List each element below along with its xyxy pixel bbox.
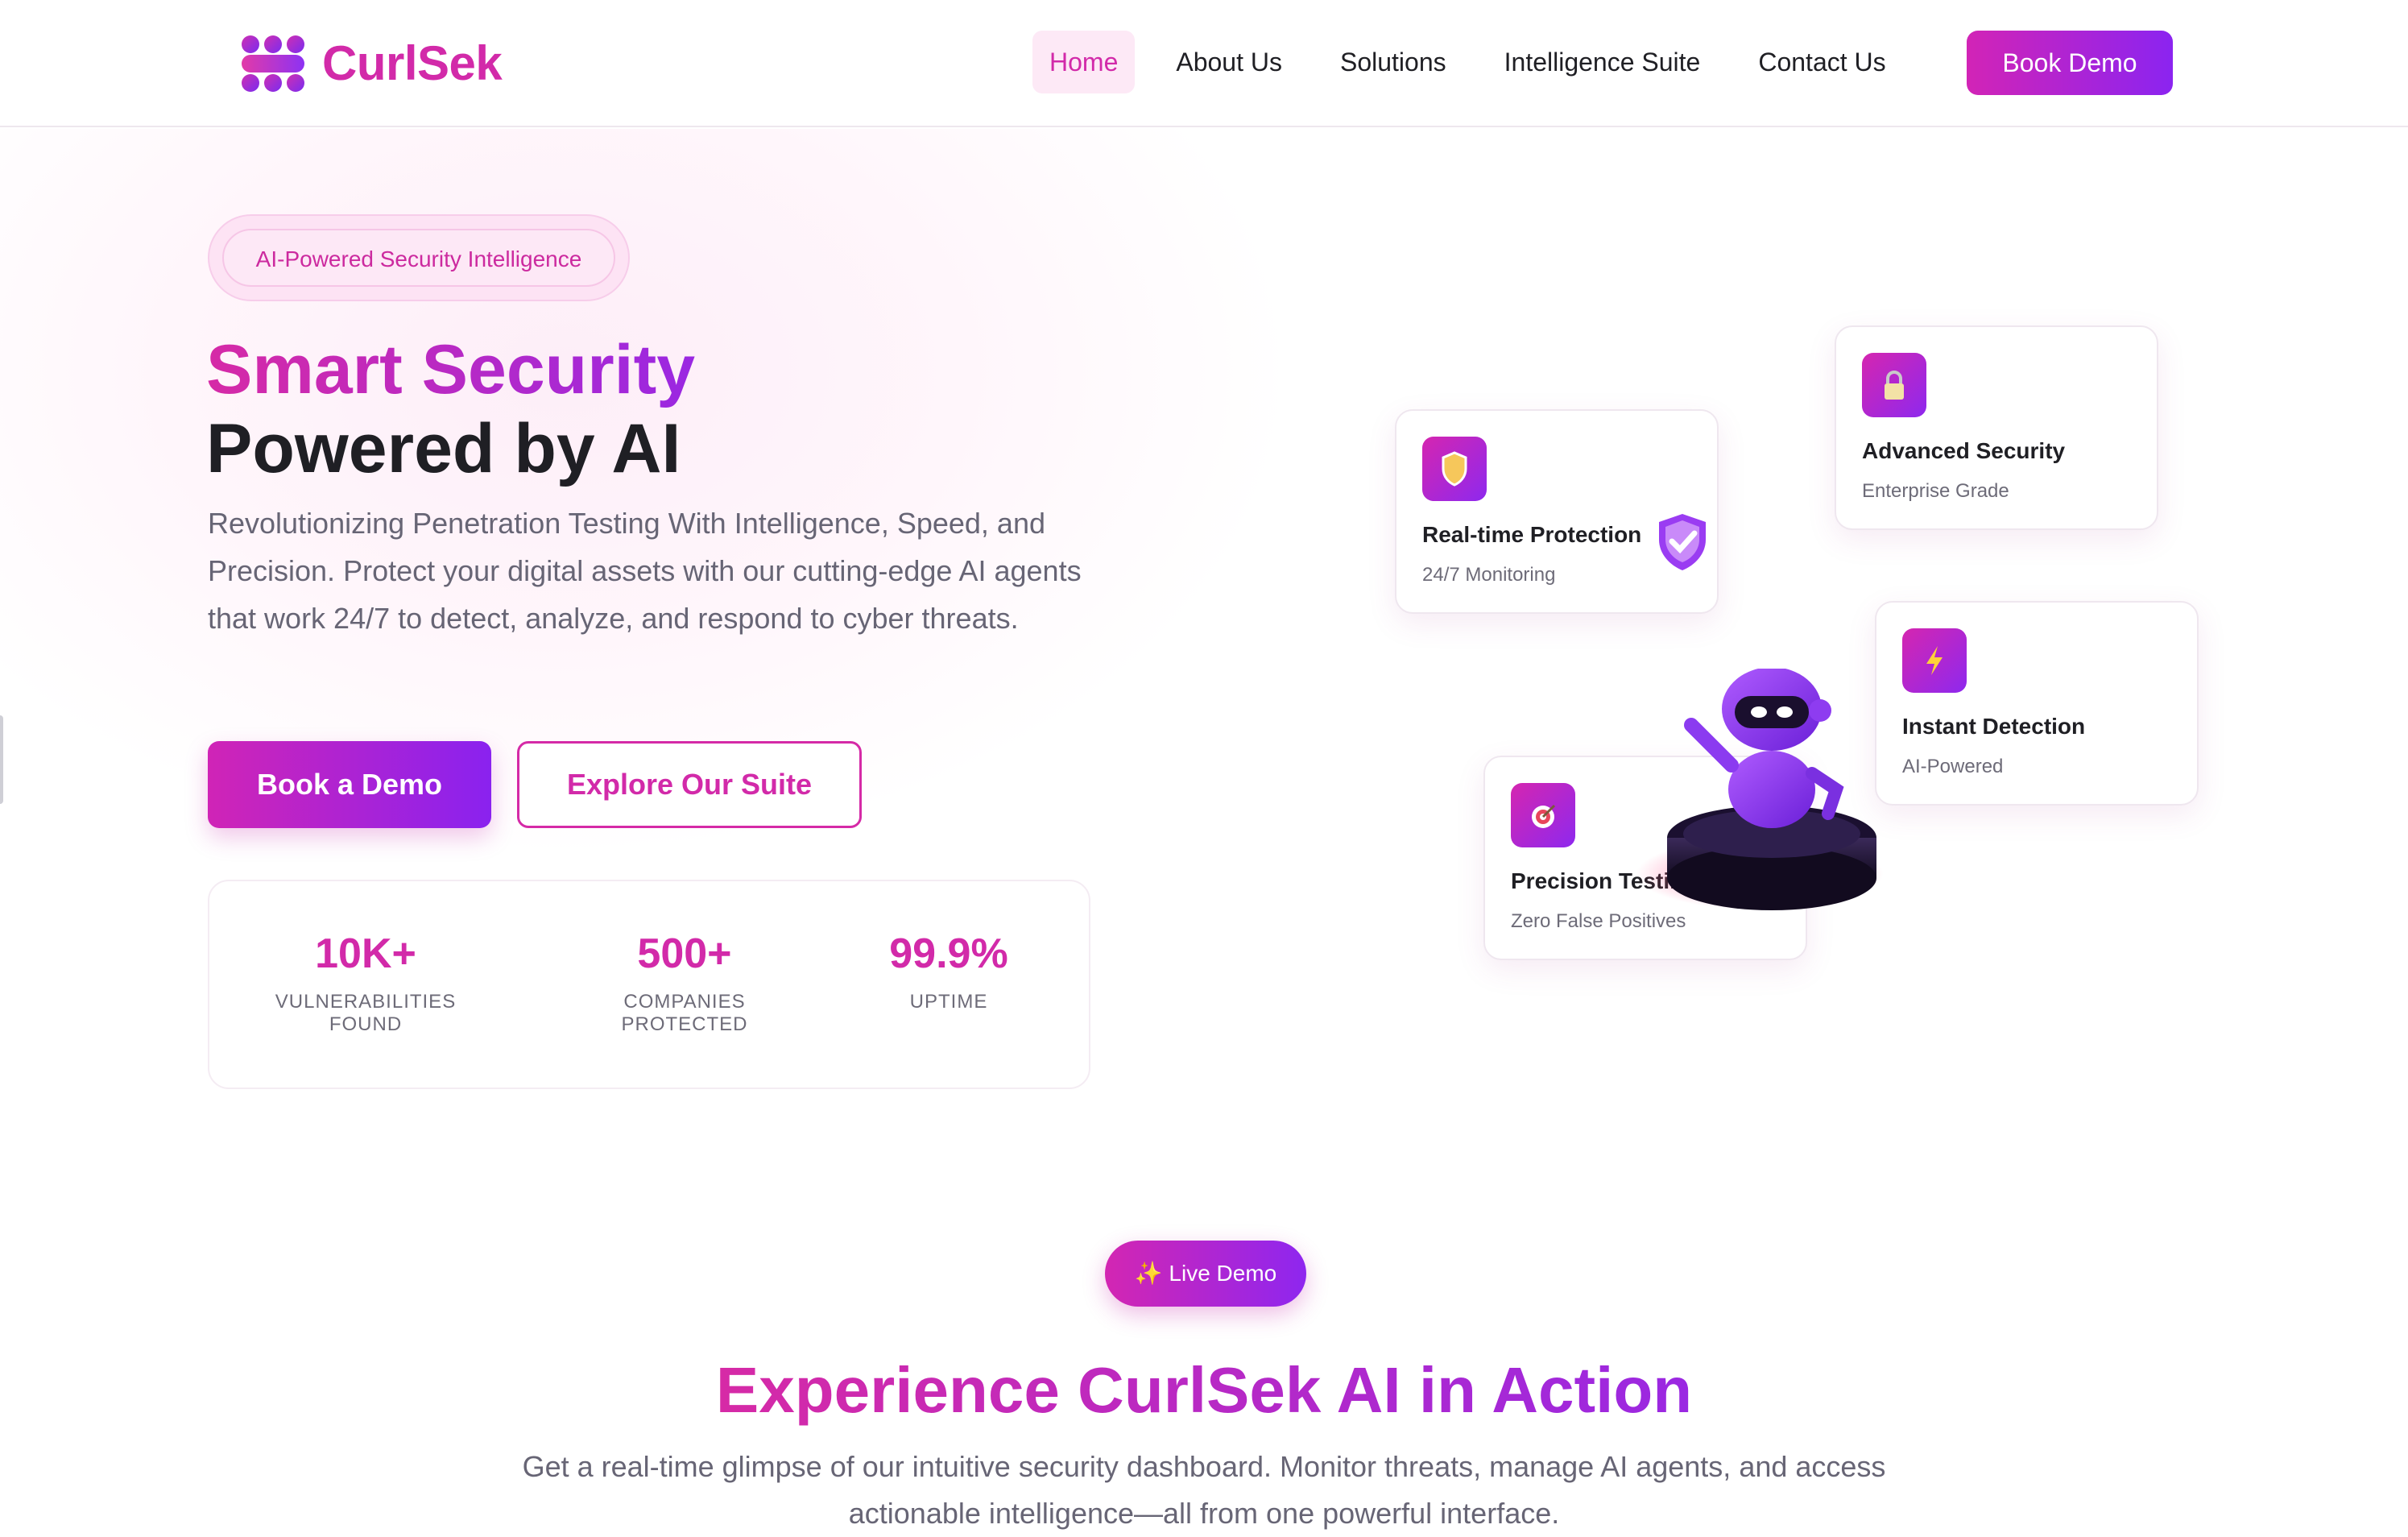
book-demo-button[interactable]: Book Demo bbox=[1967, 31, 2173, 95]
stat-vulnerabilities: 10K+ VULNERABILITIES FOUND bbox=[259, 930, 472, 1036]
nav-home[interactable]: Home bbox=[1032, 31, 1136, 93]
hero-section: AI-Powered Security Intelligence Smart S… bbox=[0, 129, 2408, 1128]
stat-label: UPTIME bbox=[909, 991, 988, 1013]
nav-contact-us[interactable]: Contact Us bbox=[1741, 31, 1902, 93]
sparkles-icon: ✨ bbox=[1134, 1261, 1163, 1286]
section-title-text: Experience CurlSek AI in Action bbox=[715, 1354, 1693, 1426]
stat-label: COMPANIES PROTECTED bbox=[621, 991, 748, 1035]
logo[interactable]: CurlSek bbox=[238, 31, 503, 95]
hero-badge-label: AI-Powered Security Intelligence bbox=[222, 229, 615, 287]
feature-subtitle: 24/7 Monitoring bbox=[1422, 564, 1556, 586]
nav-about-us[interactable]: About Us bbox=[1159, 31, 1299, 93]
hero-title-line1: Smart Security bbox=[206, 331, 696, 408]
live-demo-label: Live Demo bbox=[1169, 1261, 1277, 1286]
nav-solutions[interactable]: Solutions bbox=[1323, 31, 1463, 93]
feature-subtitle: Enterprise Grade bbox=[1862, 480, 2009, 502]
lock-icon bbox=[1862, 353, 1926, 417]
side-scroll-handle[interactable] bbox=[0, 715, 3, 804]
lightning-icon bbox=[1902, 628, 1967, 693]
stat-companies: 500+ COMPANIES PROTECTED bbox=[564, 930, 805, 1036]
feature-card-instant-detection: Instant Detection AI-Powered bbox=[1875, 601, 2199, 806]
hero-description: Revolutionizing Penetration Testing With… bbox=[208, 507, 1082, 635]
feature-card-advanced-security: Advanced Security Enterprise Grade bbox=[1835, 325, 2158, 530]
section-title: Experience CurlSek AI in Action bbox=[0, 1353, 2408, 1427]
feature-title: Advanced Security bbox=[1862, 438, 2066, 463]
book-a-demo-button[interactable]: Book a Demo bbox=[208, 741, 491, 828]
hero-title-line2: Powered by AI bbox=[206, 410, 681, 487]
feature-subtitle: AI-Powered bbox=[1902, 756, 2004, 777]
feature-title: Real-time Protection bbox=[1422, 522, 1642, 547]
brand-name: CurlSek bbox=[322, 35, 503, 90]
section-description: Get a real-time glimpse of our intuitive… bbox=[522, 1450, 1886, 1530]
site-header: CurlSek Home About Us Solutions Intellig… bbox=[0, 0, 2408, 127]
stat-label: VULNERABILITIES FOUND bbox=[275, 991, 457, 1035]
robot-illustration bbox=[1667, 669, 1876, 910]
live-demo-badge[interactable]: ✨ Live Demo bbox=[1105, 1241, 1306, 1307]
feature-title: Instant Detection bbox=[1902, 714, 2086, 739]
shield-check-icon bbox=[1659, 514, 1706, 570]
target-icon bbox=[1511, 783, 1575, 847]
feature-card-realtime-protection: Real-time Protection 24/7 Monitoring bbox=[1395, 409, 1719, 614]
stats-panel: 10K+ VULNERABILITIES FOUND 500+ COMPANIE… bbox=[208, 880, 1090, 1089]
stat-value: 10K+ bbox=[315, 930, 416, 977]
explore-suite-button[interactable]: Explore Our Suite bbox=[517, 741, 862, 828]
main-nav: Home About Us Solutions Intelligence Sui… bbox=[1032, 31, 1927, 93]
shield-icon bbox=[1422, 437, 1487, 501]
hero-badge: AI-Powered Security Intelligence bbox=[208, 214, 630, 301]
logo-mark-icon bbox=[238, 31, 308, 95]
stat-value: 99.9% bbox=[889, 930, 1008, 977]
stat-value: 500+ bbox=[637, 930, 732, 977]
nav-intelligence-suite[interactable]: Intelligence Suite bbox=[1487, 31, 1718, 93]
stat-uptime: 99.9% UPTIME bbox=[876, 930, 1021, 1013]
